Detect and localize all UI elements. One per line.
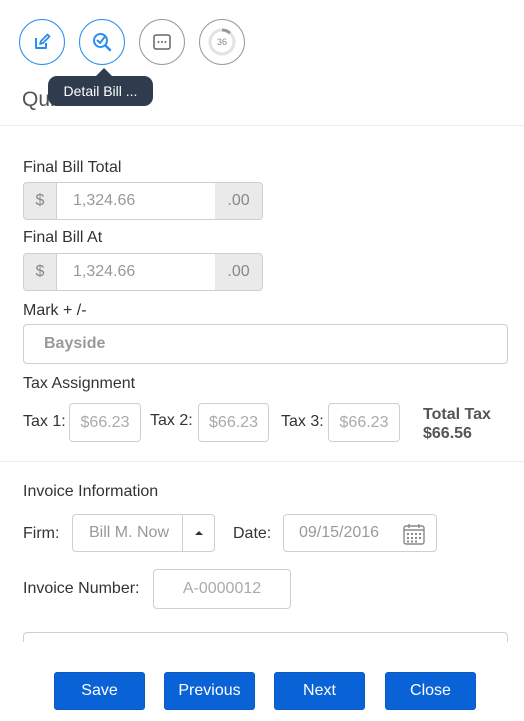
date-input[interactable]: 09/15/2016 [283, 514, 437, 552]
total-tax-label: Total Tax [423, 406, 491, 423]
calendar-icon[interactable] [403, 523, 425, 545]
previous-button[interactable]: Previous [164, 672, 255, 710]
tax-1-input[interactable]: $66.23 [69, 403, 141, 442]
close-button[interactable]: Close [385, 672, 476, 710]
cents-addon: .00 [215, 253, 263, 291]
more-options-button[interactable] [139, 19, 185, 65]
tax-assignment-heading: Tax Assignment [23, 375, 136, 392]
final-bill-at-input[interactable]: 1,324.66 [57, 253, 215, 291]
progress-button[interactable]: 36 [199, 19, 245, 65]
save-button[interactable]: Save [54, 672, 145, 710]
date-label: Date: [233, 525, 272, 542]
final-bill-at-label: Final Bill At [23, 229, 103, 246]
caret-up-icon [194, 531, 203, 535]
tooltip: Detail Bill ... [48, 76, 153, 106]
firm-select[interactable]: Bill M. Now [72, 514, 183, 552]
final-bill-at-input-group: $ 1,324.66 .00 [23, 253, 263, 291]
final-bill-total-input-group: $ 1,324.66 .00 [23, 182, 263, 220]
tax-2-label: Tax 2: [150, 412, 193, 429]
divider [0, 461, 524, 462]
edit-icon [35, 33, 51, 49]
final-bill-total-label: Final Bill Total [23, 159, 122, 176]
tax-2-input[interactable]: $66.23 [198, 403, 269, 442]
search-check-icon [93, 33, 112, 52]
currency-addon: $ [23, 182, 57, 220]
tax-3-label: Tax 3: [281, 413, 324, 430]
invoice-information-heading: Invoice Information [23, 483, 159, 500]
progress-number: 36 [216, 37, 227, 47]
invoice-number-label: Invoice Number: [23, 580, 140, 597]
next-button[interactable]: Next [274, 672, 365, 710]
divider [0, 125, 524, 126]
cents-addon: .00 [215, 182, 263, 220]
more-icon [153, 34, 171, 50]
mark-label: Mark + /- [23, 302, 87, 319]
currency-addon: $ [23, 253, 57, 291]
invoice-number-input[interactable]: A-0000012 [153, 569, 291, 609]
tax-3-input[interactable]: $66.23 [328, 403, 400, 442]
total-tax: Total Tax $66.56 [423, 405, 491, 443]
mark-input[interactable]: Bayside [23, 324, 508, 364]
date-value: 09/15/2016 [299, 524, 380, 541]
firm-label: Firm: [23, 525, 60, 542]
tax-1-label: Tax 1: [23, 413, 66, 430]
final-bill-total-input[interactable]: 1,324.66 [57, 182, 215, 220]
total-tax-value: $66.56 [423, 425, 472, 442]
detail-bill-button[interactable] [79, 19, 125, 65]
edit-button[interactable] [19, 19, 65, 65]
firm-dropdown-toggle[interactable] [183, 514, 215, 552]
tooltip-arrow [96, 68, 112, 76]
